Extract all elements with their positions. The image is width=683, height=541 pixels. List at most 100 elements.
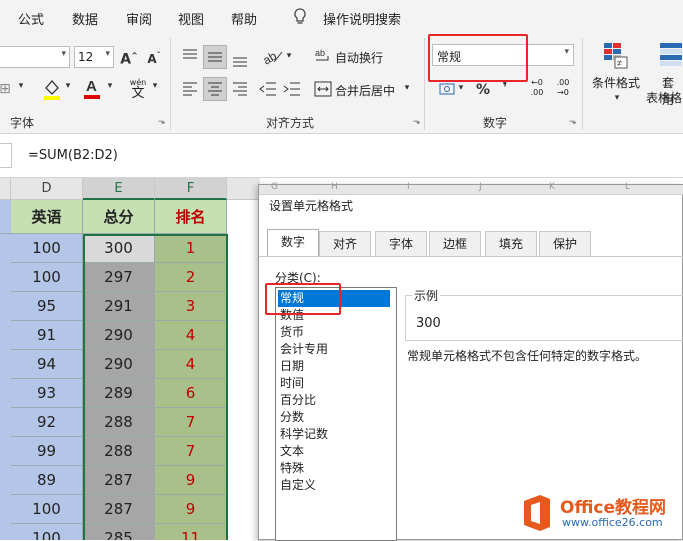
chevron-down-icon[interactable]: ▾	[402, 78, 412, 98]
category-list[interactable]: 常规 数值 货币 会计专用 日期 时间 百分比 分数 科学记数 文本 特殊 自定…	[275, 287, 397, 541]
tab-fill[interactable]: 填充	[485, 231, 537, 257]
format-as-table-label-2[interactable]: 表格格	[646, 89, 682, 106]
cell-english[interactable]: 100	[11, 234, 83, 263]
format-as-table-icon[interactable]	[658, 40, 683, 73]
conditional-formatting-icon[interactable]: ≠	[600, 40, 630, 73]
cell-header-total[interactable]: 总分	[83, 200, 155, 234]
orientation-icon[interactable]: ab	[260, 48, 284, 69]
cell-english[interactable]: 91	[11, 321, 83, 350]
menu-help[interactable]: 帮助	[231, 9, 257, 28]
formula-input[interactable]: =SUM(B2:D2)	[28, 148, 118, 163]
category-percentage[interactable]: 百分比	[278, 392, 390, 409]
wrap-text-label[interactable]: 自动换行	[335, 49, 383, 66]
svg-text:ab: ab	[262, 49, 279, 66]
align-top-icon[interactable]	[180, 48, 200, 69]
tab-divider	[259, 256, 683, 257]
cell-english[interactable]: 93	[11, 379, 83, 408]
number-group-label: 数字	[483, 116, 508, 130]
tab-border[interactable]: 边框	[429, 231, 481, 257]
merge-center-icon[interactable]	[314, 80, 332, 101]
cell-english[interactable]: 100	[11, 495, 83, 524]
column-header-d[interactable]: D	[11, 178, 83, 200]
column-header-e[interactable]: E	[83, 178, 155, 200]
increase-indent-icon[interactable]	[282, 80, 302, 101]
font-color-icon[interactable]: A	[82, 76, 102, 103]
fill-color-icon[interactable]	[42, 78, 62, 103]
font-size-box[interactable]: 12 ▾	[74, 46, 114, 68]
watermark-brand: Office教程网	[560, 498, 667, 518]
column-header-j-letter: J	[479, 182, 482, 192]
cell-header-rank[interactable]: 排名	[155, 200, 227, 234]
category-accounting[interactable]: 会计专用	[278, 341, 390, 358]
merge-center-label[interactable]: 合并后居中	[335, 82, 395, 99]
sample-value: 300	[416, 316, 441, 331]
column-header-g[interactable]	[227, 178, 260, 200]
font-name-box[interactable]: ▾	[0, 46, 70, 68]
office-logo-icon	[520, 494, 554, 535]
column-c-slice	[0, 234, 11, 540]
cell-english[interactable]: 99	[11, 437, 83, 466]
menu-formulas[interactable]: 公式	[18, 9, 44, 28]
cell-header-english[interactable]: 英语	[11, 200, 83, 234]
category-time[interactable]: 时间	[278, 375, 390, 392]
svg-text:ab: ab	[315, 48, 325, 58]
align-center-icon[interactable]	[203, 77, 227, 101]
increase-decimal-icon[interactable]: ←0.00	[526, 78, 548, 98]
chevron-down-icon[interactable]: ▾	[284, 46, 294, 66]
menu-view[interactable]: 视图	[178, 9, 204, 28]
chevron-down-icon[interactable]: ▾	[16, 76, 26, 96]
chevron-down-icon[interactable]: ▾	[564, 47, 569, 57]
cell-english[interactable]: 95	[11, 292, 83, 321]
worksheet-grid: D E F 英语 总分 排名 100 300 1 100 297 2 95 29…	[0, 178, 260, 540]
align-bottom-icon[interactable]	[230, 48, 250, 71]
font-group-label: 字体	[10, 116, 35, 130]
chevron-down-icon[interactable]: ▾	[63, 76, 73, 96]
decrease-decimal-icon[interactable]: .00 →0	[552, 78, 574, 98]
dialog-launcher-icon[interactable]: ⬎	[569, 117, 577, 127]
category-text[interactable]: 文本	[278, 443, 390, 460]
chevron-down-icon[interactable]: ▾	[612, 88, 622, 108]
wrap-text-icon[interactable]: ab	[314, 46, 332, 69]
chevron-down-icon[interactable]: ▾	[150, 76, 160, 96]
category-custom[interactable]: 自定义	[278, 477, 390, 494]
cell-english[interactable]: 100	[11, 524, 83, 540]
dialog-launcher-icon[interactable]: ⬎	[158, 117, 166, 127]
name-box[interactable]	[0, 143, 12, 168]
chevron-down-icon[interactable]: ▾	[105, 76, 115, 96]
tab-number[interactable]: 数字	[267, 229, 319, 257]
align-right-icon[interactable]	[230, 80, 250, 101]
tell-me-search[interactable]: 操作说明搜索	[323, 9, 401, 28]
category-scientific[interactable]: 科学记数	[278, 426, 390, 443]
category-special[interactable]: 特殊	[278, 460, 390, 477]
border-icon[interactable]: ⊞	[0, 79, 12, 99]
cell-english[interactable]: 92	[11, 408, 83, 437]
phonetic-guide-icon[interactable]: wén 文	[126, 78, 150, 101]
tab-alignment[interactable]: 对齐	[319, 231, 371, 257]
percent-style-icon[interactable]: %	[474, 80, 492, 100]
svg-text:A: A	[86, 78, 97, 95]
column-header-c[interactable]	[0, 178, 11, 200]
cell-c1[interactable]	[0, 200, 11, 234]
svg-text:≠: ≠	[617, 58, 622, 68]
tab-protection[interactable]: 保护	[539, 231, 591, 257]
column-header-f[interactable]: F	[155, 178, 227, 200]
decrease-indent-icon[interactable]	[258, 80, 278, 101]
category-currency[interactable]: 货币	[278, 324, 390, 341]
cell-english[interactable]: 89	[11, 466, 83, 495]
tab-font[interactable]: 字体	[375, 231, 427, 257]
cell-english[interactable]: 94	[11, 350, 83, 379]
decrease-font-icon[interactable]: Aˇ	[145, 46, 163, 69]
align-left-icon[interactable]	[180, 80, 200, 101]
increase-font-icon[interactable]: A^	[120, 46, 138, 70]
dialog-launcher-icon[interactable]: ⬎	[413, 117, 421, 127]
align-middle-icon[interactable]	[203, 45, 227, 69]
column-header-strip: G H I J K L	[259, 182, 683, 195]
accounting-format-icon[interactable]	[438, 80, 456, 101]
chevron-down-icon[interactable]: ▾	[105, 49, 110, 59]
chevron-down-icon[interactable]: ▾	[61, 49, 66, 59]
menu-data[interactable]: 数据	[72, 9, 98, 28]
category-fraction[interactable]: 分数	[278, 409, 390, 426]
cell-english[interactable]: 100	[11, 263, 83, 292]
menu-review[interactable]: 审阅	[126, 9, 152, 28]
category-date[interactable]: 日期	[278, 358, 390, 375]
